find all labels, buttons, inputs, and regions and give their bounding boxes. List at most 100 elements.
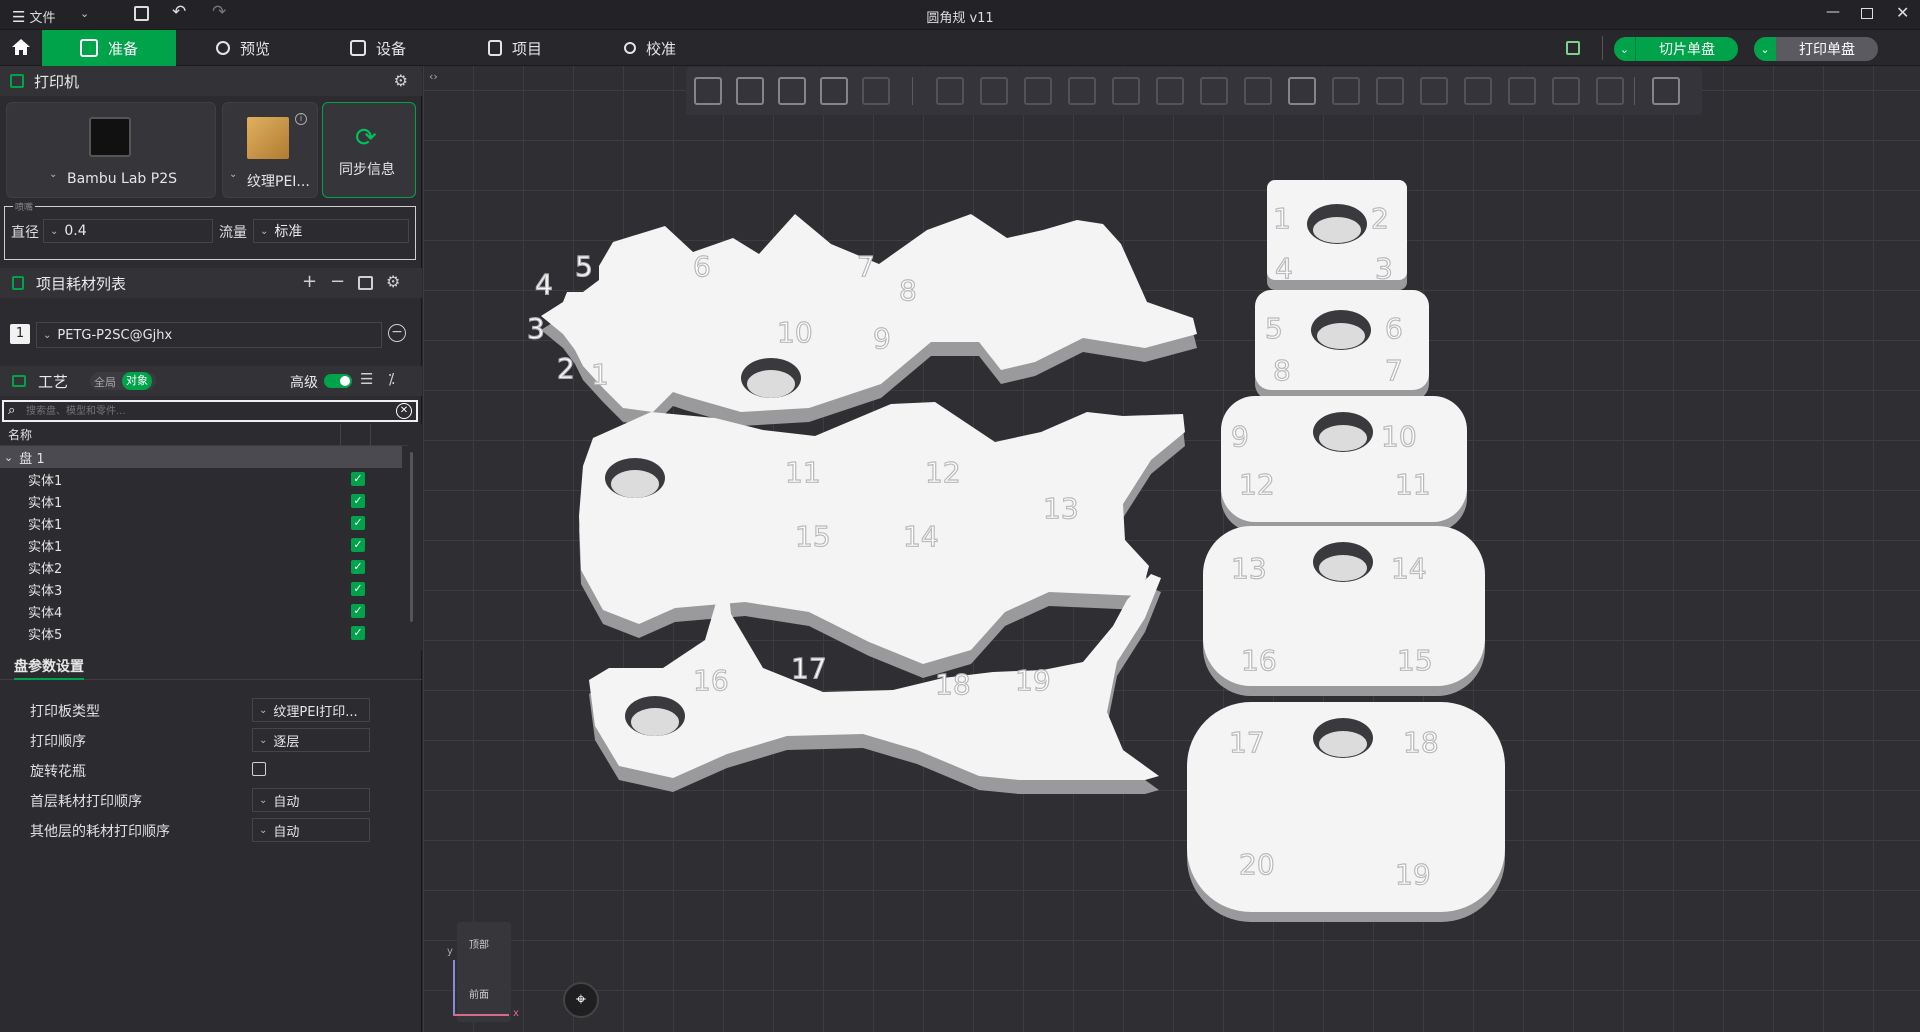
lay-on-face-icon[interactable] — [1068, 77, 1096, 105]
tab-preview[interactable]: 预览 — [216, 30, 326, 66]
support-paint-icon[interactable] — [1200, 77, 1228, 105]
slice-dropdown-icon[interactable]: ⌄ — [1614, 37, 1636, 61]
info-icon[interactable]: i — [295, 113, 307, 125]
object-visible-checkbox[interactable]: ✓ — [351, 582, 365, 596]
object-row[interactable]: 实体1 ✓ — [0, 490, 408, 512]
filament-manage-icon[interactable] — [358, 276, 373, 290]
plate-row[interactable]: ⌄ 盘 1 — [0, 446, 402, 468]
restore-icon[interactable] — [1861, 8, 1873, 19]
object-visible-checkbox[interactable]: ✓ — [351, 472, 365, 486]
tab-project[interactable]: 项目 — [488, 30, 598, 66]
filament-settings-gear-icon[interactable]: ⚙ — [386, 272, 400, 291]
column-divider — [340, 424, 341, 446]
svg-icon[interactable] — [1332, 77, 1360, 105]
rotate-icon[interactable] — [980, 77, 1008, 105]
object-row[interactable]: 实体2 ✓ — [0, 556, 408, 578]
print-dropdown-icon[interactable]: ⌄ — [1754, 37, 1776, 61]
hollow-icon[interactable] — [1376, 77, 1404, 105]
global-object-toggle[interactable]: 全局 对象 — [90, 372, 156, 390]
object-name: 实体3 — [28, 583, 63, 599]
object-visible-checkbox[interactable]: ✓ — [351, 538, 365, 552]
boolean-icon[interactable] — [1156, 77, 1184, 105]
object-visible-checkbox[interactable]: ✓ — [351, 494, 365, 508]
collapse-chevron-icon[interactable]: ⌄ — [4, 451, 13, 464]
clear-search-icon[interactable]: ✕ — [396, 403, 412, 419]
filament-select[interactable]: ⌄ PETG-P2SC@Gjhx — [36, 322, 382, 348]
plate-setting-select[interactable]: ⌄ 自动 — [252, 818, 370, 842]
filament-slot-badge[interactable]: 1 — [10, 324, 30, 344]
printer-settings-gear-icon[interactable]: ⚙ — [394, 71, 408, 90]
tab-prepare[interactable]: 准备 — [42, 30, 176, 66]
sync-info-button[interactable]: ⟳ 同步信息 — [322, 102, 416, 198]
remove-filament-icon[interactable]: − — [330, 271, 345, 292]
minimize-icon[interactable]: — — [1826, 4, 1840, 20]
object-visible-checkbox[interactable]: ✓ — [351, 604, 365, 618]
slice-plate-button[interactable]: ⌄ 切片单盘 — [1614, 37, 1738, 61]
model-number-label: 4 — [535, 268, 553, 301]
tab-calibration[interactable]: 校准 — [624, 30, 734, 66]
print-plate-button[interactable]: ⌄ 打印单盘 — [1754, 37, 1878, 61]
color-paint-icon[interactable] — [1244, 77, 1272, 105]
filament-remove-circle-icon[interactable]: − — [388, 324, 406, 342]
model-number-label: 4 — [1275, 252, 1293, 285]
assemble-icon[interactable] — [1464, 77, 1492, 105]
object-row[interactable]: 实体1 ✓ — [0, 534, 408, 556]
object-row[interactable]: 实体5 ✓ — [0, 622, 408, 644]
object-name: 实体5 — [28, 627, 63, 643]
nozzle-diameter-select[interactable]: ⌄ 0.4 — [43, 219, 213, 243]
compare-icon[interactable]: ⁒ — [388, 370, 395, 388]
orient-icon[interactable] — [778, 77, 806, 105]
model-tag-3[interactable] — [1221, 396, 1467, 532]
home-icon[interactable] — [10, 36, 32, 58]
spiral-vase-checkbox[interactable] — [252, 762, 266, 776]
advanced-toggle[interactable] — [324, 374, 352, 388]
plate-settings-tab[interactable]: 盘参数设置 — [0, 652, 422, 680]
object-visible-checkbox[interactable]: ✓ — [351, 560, 365, 574]
cut-icon[interactable] — [1112, 77, 1140, 105]
object-search-box[interactable]: ⌕ ✕ — [2, 400, 418, 422]
seam-paint-icon[interactable] — [1596, 77, 1624, 105]
object-row[interactable]: 实体3 ✓ — [0, 578, 408, 600]
plate-setting-select[interactable]: ⌄ 自动 — [252, 788, 370, 812]
cube-icon — [80, 39, 98, 57]
tab-divider — [1602, 36, 1603, 60]
multi-device-icon[interactable] — [1566, 41, 1580, 55]
process-section-header: 工艺 全局 对象 高级 ☰ ⁒ — [0, 366, 422, 396]
plate-setting-select[interactable]: ⌄ 逐层 — [252, 728, 370, 752]
plate-setting-select[interactable]: ⌄ 纹理PEI打印... — [252, 698, 370, 722]
move-icon[interactable] — [936, 77, 964, 105]
fdm-support-icon[interactable] — [1552, 77, 1580, 105]
split-icon[interactable] — [862, 77, 890, 105]
add-plate-icon[interactable] — [736, 77, 764, 105]
list-view-icon[interactable]: ☰ — [360, 370, 373, 388]
object-row[interactable]: 实体1 ✓ — [0, 512, 408, 534]
object-row[interactable]: 实体1 ✓ — [0, 468, 408, 490]
plate-type-card[interactable]: i ⌄ 纹理PEI... — [222, 102, 318, 198]
add-model-icon[interactable] — [694, 77, 722, 105]
text-icon[interactable] — [1288, 77, 1316, 105]
object-visible-checkbox[interactable]: ✓ — [351, 626, 365, 640]
object-search-input[interactable] — [26, 403, 386, 419]
object-row[interactable]: 实体4 ✓ — [0, 600, 408, 622]
search-icon: ⌕ — [8, 403, 16, 418]
tab-device[interactable]: 设备 — [350, 30, 460, 66]
3d-viewport[interactable]: ‹› 4 5 6 7 8 3 10 9 2 1 11 12 13 15 14 1… — [423, 66, 1920, 1032]
model-number-label: 5 — [1265, 312, 1283, 345]
model-piece-2[interactable] — [579, 402, 1185, 678]
model-piece-1[interactable] — [541, 214, 1197, 426]
measure-icon[interactable] — [1420, 77, 1448, 105]
scale-icon[interactable] — [1024, 77, 1052, 105]
arrange-icon[interactable] — [820, 77, 848, 105]
assembly-view-icon[interactable] — [1652, 77, 1680, 105]
printer-model-card[interactable]: ⌄ Bambu Lab P2S — [6, 102, 216, 198]
plate-setting-label: 打印板类型 — [30, 704, 100, 720]
object-list-scrollbar[interactable] — [410, 452, 413, 622]
add-filament-icon[interactable]: + — [302, 271, 317, 292]
nozzle-flow-select[interactable]: ⌄ 标准 — [253, 219, 409, 243]
model-number-label: 17 — [791, 652, 827, 685]
printer-icon — [10, 74, 24, 88]
brim-ear-icon[interactable] — [1508, 77, 1536, 105]
object-visible-checkbox[interactable]: ✓ — [351, 516, 365, 530]
reset-view-icon[interactable]: ⌖ — [563, 982, 599, 1018]
close-icon[interactable]: ✕ — [1896, 3, 1909, 22]
